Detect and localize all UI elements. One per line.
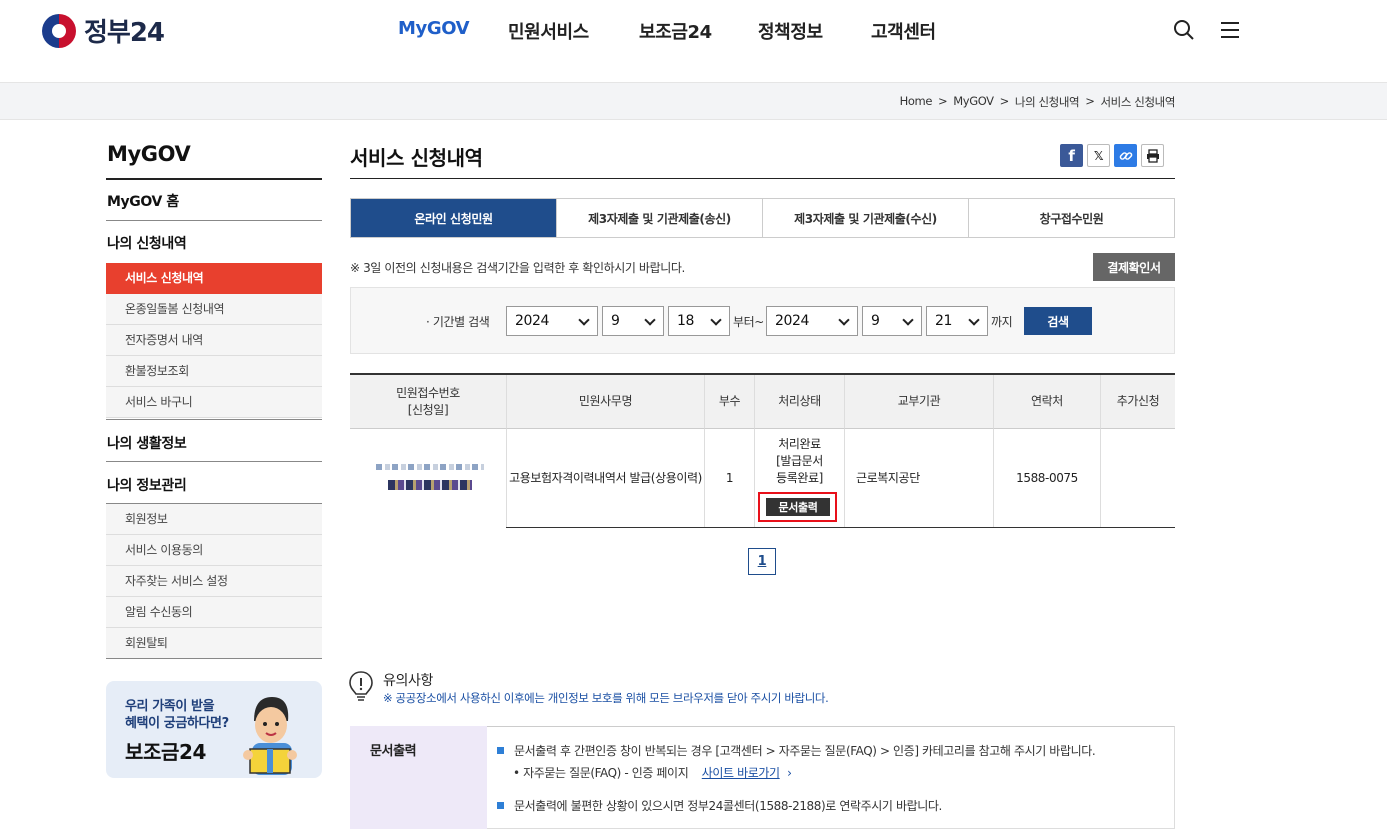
to-month-select[interactable]: 9 <box>862 306 922 336</box>
banner-line2: 혜택이 궁금하다면? <box>125 716 229 731</box>
sidebar-item-favorite-services[interactable]: 자주찾는 서비스 설정 <box>106 566 322 597</box>
breadcrumb-home[interactable]: Home <box>900 94 933 110</box>
sidebar-item-notification-consent[interactable]: 알림 수신동의 <box>106 597 322 628</box>
breadcrumb-bar: Home > MyGOV > 나의 신청내역 > 서비스 신청내역 <box>0 82 1387 120</box>
logo-text: 정부24 <box>84 18 165 48</box>
col-receipt-number: 민원접수번호 [신청일] <box>350 375 507 429</box>
cell-service-name: 고용보험자격이력내역서 발급(상용이력) <box>507 429 705 528</box>
chevron-right-icon: > <box>1085 94 1095 108</box>
blurred-application-date <box>388 480 472 490</box>
tab-bar: 온라인 신청민원 제3자제출 및 기관제출(송신) 제3자제출 및 기관제출(수… <box>350 198 1175 238</box>
nav-policy-info[interactable]: 정책정보 <box>758 18 823 44</box>
info-bullet-1: 문서출력 후 간편인증 창이 반복되는 경우 [고객센터 > 자주묻는 질문(F… <box>497 742 1096 759</box>
nav-mygov[interactable]: MyGOV <box>398 18 470 39</box>
from-day-select[interactable]: 18 <box>668 306 730 336</box>
col-service-name: 민원사무명 <box>507 375 705 429</box>
tab-third-party-sent[interactable]: 제3자제출 및 기관제출(송신) <box>556 199 762 237</box>
divider <box>106 178 322 180</box>
search-label: · 기간별 검색 <box>426 315 490 329</box>
from-year-select[interactable]: 2024 <box>506 306 598 336</box>
lightbulb-icon <box>349 671 373 701</box>
menu-icon[interactable] <box>1218 18 1242 42</box>
taegeuk-logo-icon <box>42 13 76 48</box>
link-icon[interactable] <box>1114 144 1137 167</box>
period-notice: ※ 3일 이전의 신청내용은 검색기간을 입력한 후 확인하시기 바랍니다. <box>350 261 685 275</box>
logo[interactable]: 정부24 <box>42 12 165 49</box>
blurred-receipt-number <box>376 464 484 470</box>
tab-third-party-received[interactable]: 제3자제출 및 기관제출(수신) <box>762 199 968 237</box>
payment-receipt-button[interactable]: 결제확인서 <box>1093 253 1175 281</box>
table-bottom-border <box>506 527 1175 528</box>
bullet-icon <box>497 802 504 809</box>
document-print-button[interactable]: 문서출력 <box>766 498 830 516</box>
chevron-right-icon: > <box>999 94 1010 108</box>
sidebar-item-withdraw[interactable]: 회원탈퇴 <box>106 628 322 659</box>
breadcrumb: Home > MyGOV > 나의 신청내역 > 서비스 신청내역 <box>900 94 1176 110</box>
sidebar-item-service-basket[interactable]: 서비스 바구니 <box>106 387 322 418</box>
col-additional: 추가신청 <box>1101 375 1175 429</box>
divider <box>350 178 1175 179</box>
breadcrumb-current[interactable]: 서비스 신청내역 <box>1100 94 1175 110</box>
page-title: 서비스 신청내역 <box>350 146 483 170</box>
x-icon[interactable]: 𝕏 <box>1087 144 1110 167</box>
tab-online-applications[interactable]: 온라인 신청민원 <box>351 199 556 237</box>
tab-counter-applications[interactable]: 창구접수민원 <box>968 199 1174 237</box>
faq-site-link[interactable]: 사이트 바로가기 <box>702 766 780 780</box>
sidebar-title: MyGOV <box>107 142 191 166</box>
sidebar-group-my-applications[interactable]: 나의 신청내역 <box>107 233 187 253</box>
to-day-select[interactable]: 21 <box>926 306 988 336</box>
breadcrumb-mygov[interactable]: MyGOV <box>953 94 994 110</box>
subsidy24-banner[interactable]: 우리 가족이 받을 혜택이 궁금하다면? 보조금24 <box>106 681 322 778</box>
cell-contact: 1588-0075 <box>994 429 1101 528</box>
cell-additional <box>1101 429 1175 528</box>
search-icon[interactable] <box>1172 18 1196 42</box>
sidebar-item-service-consent[interactable]: 서비스 이용동의 <box>106 535 322 566</box>
notice-title: 유의사항 <box>383 673 433 689</box>
sidebar-item-service-applications[interactable]: 서비스 신청내역 <box>106 263 322 294</box>
facebook-icon[interactable]: f <box>1060 144 1083 167</box>
sidebar-item-member-info[interactable]: 회원정보 <box>106 504 322 535</box>
cell-count: 1 <box>705 429 755 528</box>
bullet-icon <box>497 747 504 754</box>
site-header: 정부24 MyGOV 민원서비스 보조금24 정책정보 고객센터 <box>0 0 1387 82</box>
sidebar-item-mygov-home[interactable]: MyGOV 홈 <box>107 191 179 211</box>
search-button[interactable]: 검색 <box>1024 307 1092 335</box>
cell-receipt-number-blurred <box>350 429 507 528</box>
pagination-page-1[interactable]: 1 <box>748 548 776 575</box>
info-bullet-2: 문서출력에 불편한 상황이 있으시면 정부24콜센터(1588-2188)로 연… <box>497 797 942 814</box>
print-icon[interactable] <box>1141 144 1164 167</box>
share-toolbar: f 𝕏 <box>1060 144 1164 167</box>
divider <box>106 419 322 420</box>
banner-line1: 우리 가족이 받을 <box>125 699 215 714</box>
chevron-right-icon: › <box>787 766 792 780</box>
nav-subsidy24[interactable]: 보조금24 <box>639 18 712 44</box>
to-year-select[interactable]: 2024 <box>766 306 858 336</box>
sidebar-group-info-management[interactable]: 나의 정보관리 <box>107 475 187 495</box>
banner-title: 보조금24 <box>125 740 207 764</box>
person-with-gift-icon <box>243 697 297 775</box>
col-count: 부수 <box>705 375 755 429</box>
chevron-right-icon: > <box>938 94 948 108</box>
col-status: 처리상태 <box>755 375 845 429</box>
divider <box>106 461 322 462</box>
col-contact: 연락처 <box>994 375 1101 429</box>
from-month-select[interactable]: 9 <box>602 306 664 336</box>
info-sub-bullet: • 자주묻는 질문(FAQ) - 인증 페이지 사이트 바로가기 › <box>513 766 792 780</box>
from-suffix: 부터~ <box>733 315 764 329</box>
notice-subtitle: ※ 공공장소에서 사용하신 이후에는 개인정보 보호를 위해 모든 브라우저를 … <box>383 691 829 705</box>
nav-civil-service[interactable]: 민원서비스 <box>508 18 589 44</box>
info-box-title: 문서출력 <box>350 726 487 829</box>
nav-customer-center[interactable]: 고객센터 <box>871 18 936 44</box>
breadcrumb-my-applications[interactable]: 나의 신청내역 <box>1015 94 1080 110</box>
sidebar-group-life-info[interactable]: 나의 생활정보 <box>107 433 187 453</box>
sidebar-item-e-certificates[interactable]: 전자증명서 내역 <box>106 325 322 356</box>
sidebar-item-refund-info[interactable]: 환불정보조회 <box>106 356 322 387</box>
divider <box>106 220 322 221</box>
sidebar-item-allday-care[interactable]: 온종일돌봄 신청내역 <box>106 294 322 325</box>
col-agency: 교부기관 <box>845 375 994 429</box>
cell-agency: 근로복지공단 <box>845 429 994 528</box>
to-suffix: 까지 <box>991 315 1013 329</box>
